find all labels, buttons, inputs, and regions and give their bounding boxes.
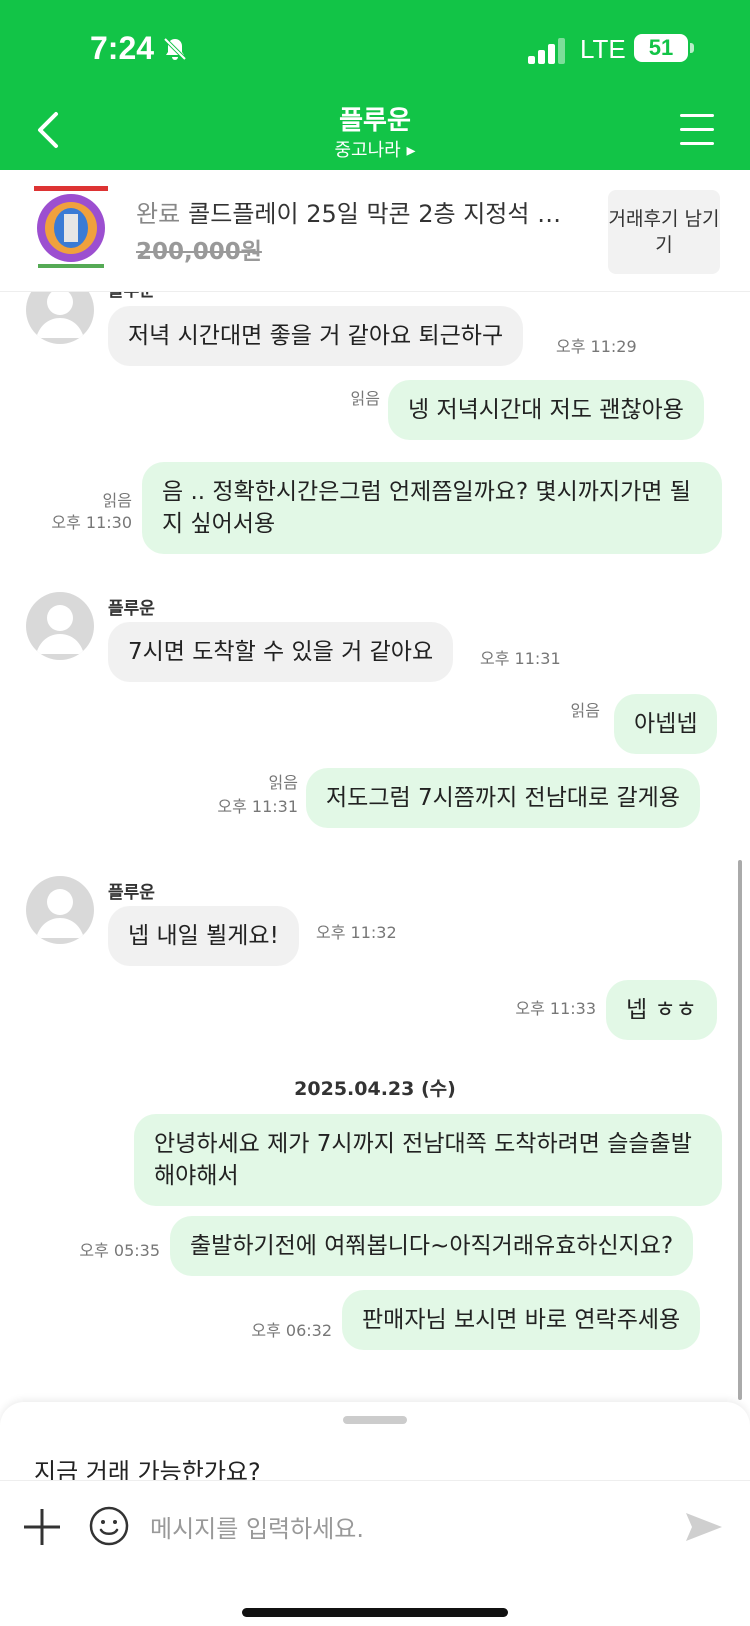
message-bubble[interactable]: 아넵넵: [614, 694, 718, 754]
read-receipt: 읽음: [570, 701, 600, 720]
battery-indicator: 51: [634, 34, 688, 62]
bottom-sheet: 지금 거래 가능한가요? 메시지를 입력하세요.: [0, 1402, 750, 1626]
message-time: 오후 11:31: [480, 649, 561, 668]
message-bubble[interactable]: 저녁 시간대면 좋을 거 같아요 퇴근하구: [108, 306, 524, 366]
sender-name: 플루운: [108, 292, 155, 301]
date-separator: 2025.04.23 (수): [294, 1078, 456, 1100]
message-bubble[interactable]: 저도그럼 7시쯤까지 전남대로 갈게용: [306, 768, 700, 828]
message-bubble[interactable]: 안녕하세요 제가 7시까지 전남대쪽 도착하려면 슬슬출발해야해서: [134, 1114, 722, 1206]
avatar[interactable]: [26, 292, 94, 344]
hamburger-menu-icon[interactable]: [680, 114, 714, 146]
bell-muted-icon: [163, 37, 187, 61]
message-time: 오후 11:32: [316, 923, 397, 942]
message-bubble[interactable]: 7시면 도착할 수 있을 거 같아요: [108, 622, 454, 682]
send-icon[interactable]: [684, 1509, 724, 1545]
message-time: 오후 11:31: [217, 797, 298, 816]
message-bubble[interactable]: 넵 ㅎㅎ: [606, 980, 717, 1040]
home-indicator: [242, 1608, 508, 1617]
message-list[interactable]: 플루운 저녁 시간대면 좋을 거 같아요 퇴근하구 오후 11:29 읽음 넹 …: [0, 292, 750, 1402]
sender-name: 플루운: [108, 599, 155, 619]
message-bubble[interactable]: 출발하기전에 여쭤봅니다~아직거래유효하신지요?: [170, 1216, 694, 1276]
signal-icon: [528, 38, 565, 64]
read-receipt: 읽음: [268, 773, 298, 792]
user-icon: [36, 292, 84, 338]
avatar[interactable]: [26, 876, 94, 944]
message-composer: 메시지를 입력하세요.: [0, 1480, 750, 1570]
user-icon: [36, 889, 84, 938]
read-receipt: 읽음: [102, 491, 132, 510]
drag-handle[interactable]: [343, 1416, 407, 1424]
emoji-icon[interactable]: [88, 1505, 130, 1547]
message-time: 오후 06:32: [251, 1321, 332, 1340]
message-time: 오후 11:30: [51, 513, 132, 532]
product-title: 완료 콜드플레이 25일 막콘 2층 지정석 1…: [136, 194, 576, 229]
sender-name: 플루운: [108, 883, 155, 903]
message-bubble[interactable]: 음 .. 정확한시간은그럼 언제쯤일까요? 몇시까지가면 될지 싶어서용: [142, 462, 722, 554]
message-bubble[interactable]: 넹 저녁시간대 저도 괜찮아용: [388, 380, 704, 440]
avatar[interactable]: [26, 592, 94, 660]
user-icon: [36, 605, 84, 654]
read-receipt: 읽음: [350, 389, 380, 408]
product-price: 200,000원: [136, 239, 262, 265]
message-time: 오후 11:33: [515, 999, 596, 1018]
status-time: 7:24: [90, 30, 155, 66]
app-header: 7:24 LTE 51 플루운 중고나라 ▸: [0, 0, 750, 170]
message-time: 오후 11:29: [556, 337, 637, 356]
plus-icon[interactable]: [22, 1507, 62, 1547]
sale-status: 완료: [136, 200, 181, 228]
product-title-text: 콜드플레이 25일 막콘 2층 지정석 1…: [188, 200, 576, 228]
write-review-button[interactable]: 거래후기 남기기: [608, 190, 720, 274]
chat-source-link[interactable]: 중고나라 ▸: [0, 136, 750, 162]
chat-partner-name: 플루운: [339, 106, 411, 136]
message-input[interactable]: 메시지를 입력하세요.: [150, 1509, 364, 1544]
battery-tip: [690, 43, 694, 53]
product-summary[interactable]: 완료 콜드플레이 25일 막콘 2층 지정석 1… 200,000원 거래후기 남…: [0, 170, 750, 292]
product-thumbnail: [30, 184, 112, 270]
message-bubble[interactable]: 판매자님 보시면 바로 연락주세용: [342, 1290, 701, 1350]
message-time: 오후 05:35: [79, 1241, 160, 1260]
scrollbar[interactable]: [738, 860, 742, 1400]
message-bubble[interactable]: 넵 내일 뵐게요!: [108, 906, 299, 966]
network-type: LTE: [580, 34, 626, 64]
